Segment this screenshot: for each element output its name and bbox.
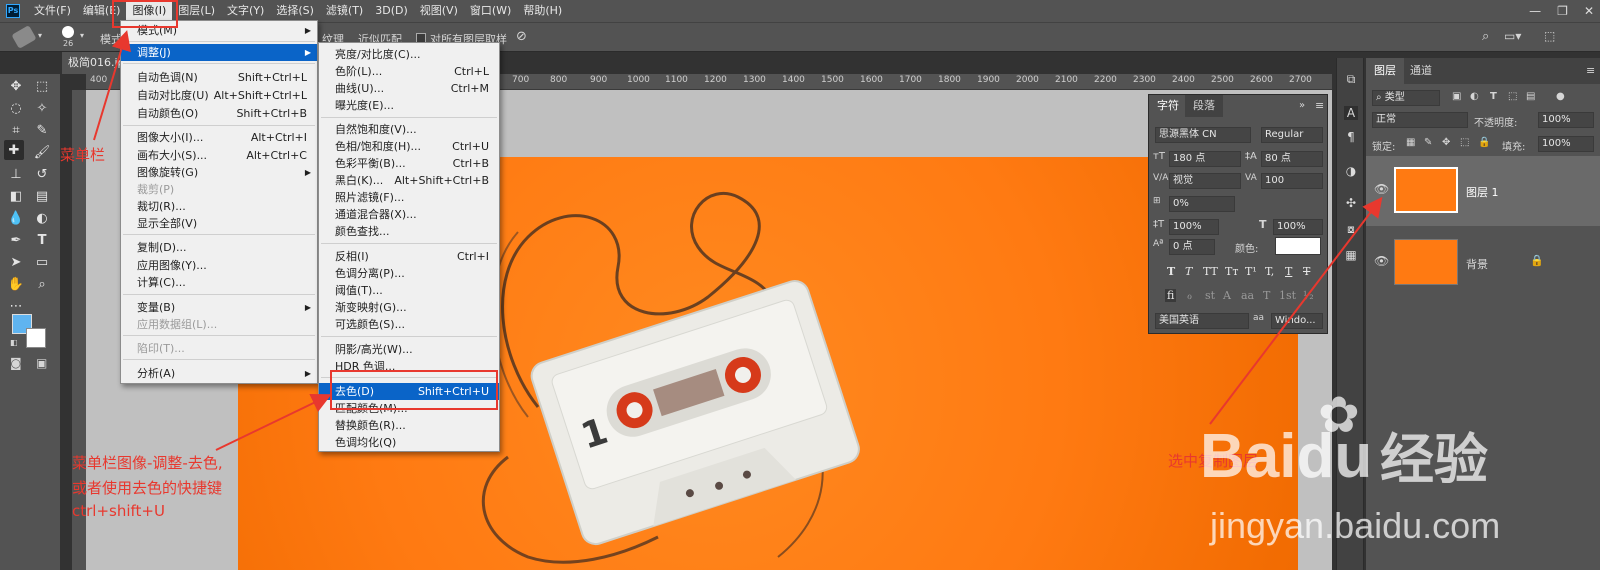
baidu-watermark: ✿ Baidu 经验 jingyan.baidu.com <box>1200 386 1600 556</box>
watermark-brand: Baidu <box>1200 422 1373 491</box>
watermark-url: jingyan.baidu.com <box>1210 505 1501 546</box>
watermark-brand-suffix: 经验 <box>1380 428 1488 491</box>
arrow-to-image-menu <box>93 30 131 141</box>
arrow-to-desaturate <box>215 393 332 451</box>
